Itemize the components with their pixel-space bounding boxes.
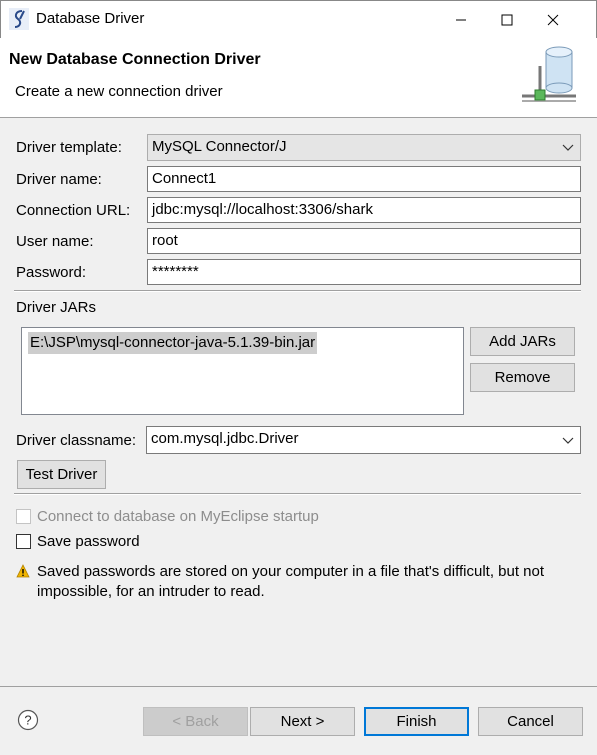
user-name-input[interactable]: root <box>147 228 581 254</box>
test-driver-button[interactable]: Test Driver <box>17 460 106 489</box>
database-connection-icon <box>522 46 576 102</box>
driver-jars-list[interactable]: E:\JSP\mysql-connector-java-5.1.39-bin.j… <box>21 327 464 415</box>
close-icon <box>547 14 559 25</box>
window-title: Database Driver <box>36 10 145 27</box>
footer-separator <box>0 686 597 687</box>
warning-icon <box>16 564 30 578</box>
maximize-button[interactable] <box>484 1 530 38</box>
minimize-button[interactable] <box>438 1 484 38</box>
driver-name-input[interactable]: Connect1 <box>147 166 581 192</box>
add-jars-button[interactable]: Add JARs <box>470 327 575 356</box>
save-password-label: Save password <box>37 533 140 550</box>
driver-classname-value: com.mysql.jdbc.Driver <box>151 430 299 447</box>
driver-name-label: Driver name: <box>16 171 102 188</box>
warning-message: Saved passwords are stored on your compu… <box>37 563 545 600</box>
chevron-down-icon <box>562 144 574 151</box>
save-password-checkbox[interactable] <box>16 534 31 549</box>
next-button[interactable]: Next > <box>250 707 355 736</box>
driver-jars-label: Driver JARs <box>16 299 97 316</box>
maximize-icon <box>501 14 513 25</box>
password-input[interactable]: ******** <box>147 259 581 285</box>
driver-template-select[interactable]: MySQL Connector/J <box>147 134 581 161</box>
user-name-label: User name: <box>16 233 94 250</box>
myeclipse-app-icon <box>9 8 29 30</box>
separator <box>14 493 581 495</box>
page-description: Create a new connection driver <box>15 83 223 100</box>
svg-text:?: ? <box>24 713 31 728</box>
minimize-icon <box>456 19 466 20</box>
back-button[interactable]: < Back <box>143 707 248 736</box>
connect-on-startup-checkbox[interactable] <box>16 509 31 524</box>
title-bar: Database Driver <box>0 0 597 38</box>
close-button[interactable] <box>530 1 576 38</box>
remove-button[interactable]: Remove <box>470 363 575 392</box>
connect-on-startup-label: Connect to database on MyEclipse startup <box>37 508 319 525</box>
cancel-button[interactable]: Cancel <box>478 707 583 736</box>
separator <box>14 290 581 292</box>
finish-button[interactable]: Finish <box>364 707 469 736</box>
page-title: New Database Connection Driver <box>9 51 261 68</box>
driver-template-label: Driver template: <box>16 139 122 156</box>
connection-url-input[interactable]: jdbc:mysql://localhost:3306/shark <box>147 197 581 223</box>
help-icon[interactable]: ? <box>17 709 39 731</box>
driver-template-value: MySQL Connector/J <box>152 138 287 155</box>
list-item[interactable]: E:\JSP\mysql-connector-java-5.1.39-bin.j… <box>28 332 318 354</box>
driver-classname-combo[interactable]: com.mysql.jdbc.Driver <box>146 426 581 454</box>
driver-classname-label: Driver classname: <box>16 432 137 449</box>
chevron-down-icon <box>562 437 574 444</box>
connection-url-label: Connection URL: <box>16 202 131 219</box>
password-label: Password: <box>16 264 87 281</box>
wizard-header: New Database Connection Driver Create a … <box>0 38 597 118</box>
